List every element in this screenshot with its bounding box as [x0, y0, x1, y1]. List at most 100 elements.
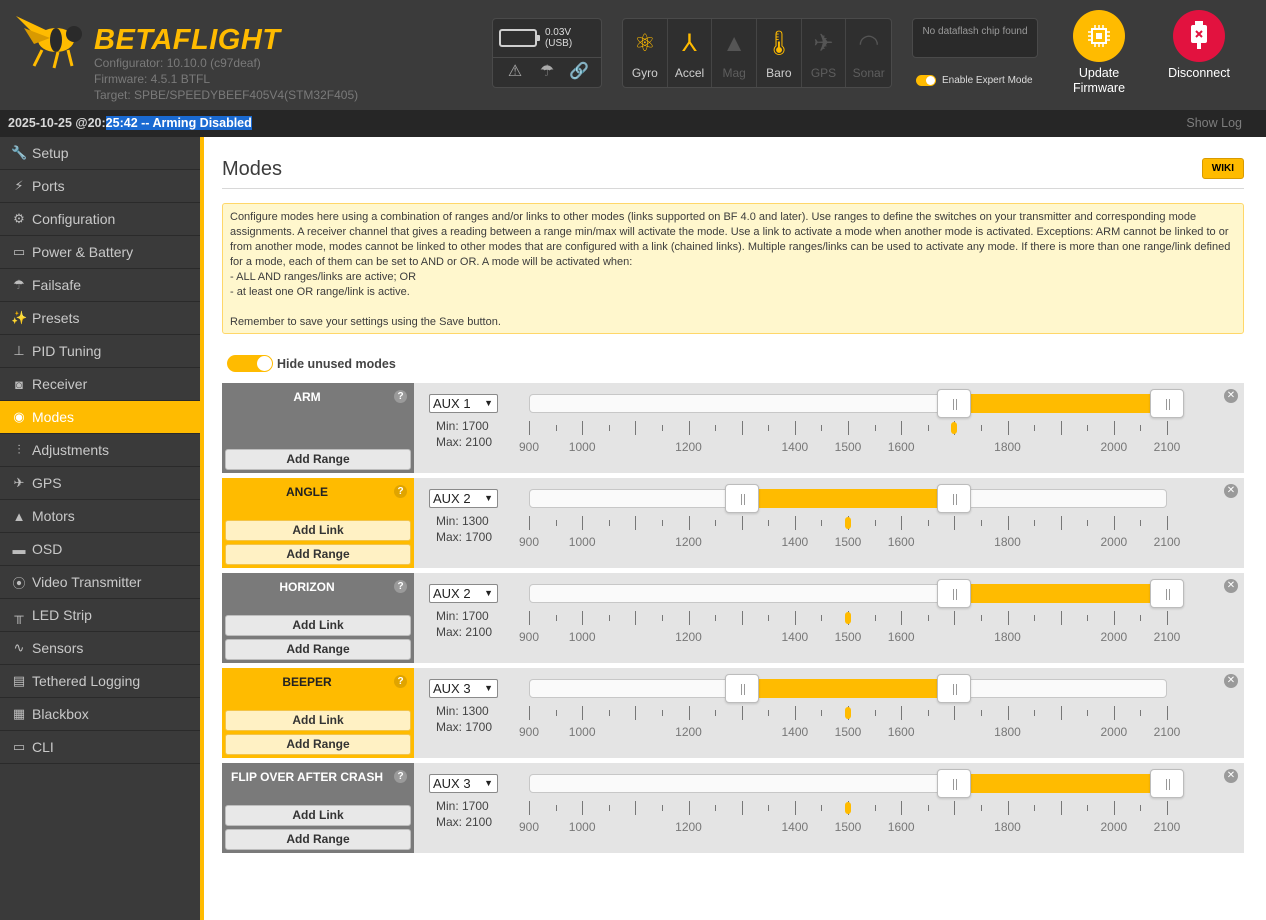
scale-tick — [901, 611, 903, 625]
scale-tick — [661, 710, 663, 716]
chevron-down-icon: ▼ — [484, 778, 493, 788]
link-icon: 🔗 — [569, 63, 589, 80]
expert-mode-toggle[interactable]: Enable Expert Mode — [916, 75, 1033, 86]
scale-tick-label: 1800 — [994, 440, 1021, 454]
sidebar-item-ports[interactable]: ⚡ Ports — [0, 170, 200, 203]
update-firmware-button[interactable]: Update Firmware — [1064, 10, 1134, 96]
sidebar-item-blackbox[interactable]: ▦ Blackbox — [0, 698, 200, 731]
add-link-button[interactable]: Add Link — [225, 615, 411, 636]
scale-tick — [1113, 801, 1115, 815]
channel-select-value: AUX 1 — [433, 396, 471, 411]
scale-tick-label: 2100 — [1153, 440, 1181, 454]
sidebar-item-power-battery[interactable]: ▭ Power & Battery — [0, 236, 200, 269]
scale-tick — [529, 801, 530, 815]
sidebar-item-led-strip[interactable]: ╥ LED Strip — [0, 599, 200, 632]
help-icon[interactable]: ? — [394, 580, 407, 593]
scale-tick — [794, 801, 796, 815]
range-min-handle[interactable] — [724, 484, 759, 513]
sidebar-item-failsafe[interactable]: ☂ Failsafe — [0, 269, 200, 302]
channel-select[interactable]: AUX 2 ▼ — [429, 489, 498, 508]
show-log-link[interactable]: Show Log — [1186, 116, 1242, 130]
remove-range-icon[interactable]: ✕ — [1224, 484, 1238, 498]
range-max-handle[interactable] — [1150, 389, 1184, 418]
hide-unused-switch[interactable] — [227, 355, 273, 372]
scale-tick — [635, 611, 637, 625]
sidebar-item-configuration[interactable]: ⚙ Configuration — [0, 203, 200, 236]
mode-name: HORIZON — [279, 580, 335, 594]
note-line: Remember to save your settings using the… — [230, 316, 501, 328]
add-link-button[interactable]: Add Link — [225, 520, 411, 541]
scale-tick-label: 1400 — [781, 630, 809, 644]
remove-range-icon[interactable]: ✕ — [1224, 769, 1238, 783]
add-range-button[interactable]: Add Range — [225, 544, 411, 565]
scale-tick — [1034, 425, 1036, 431]
sidebar-item-pid-tuning[interactable]: ⊥ PID Tuning — [0, 335, 200, 368]
scale-tick — [715, 805, 717, 811]
scale-tick-label: 1500 — [834, 440, 862, 454]
range-min-handle[interactable] — [937, 389, 972, 418]
scale-tick-label: 1800 — [994, 725, 1021, 739]
sensor-accel: ⅄ Accel — [668, 19, 713, 87]
scale-tick — [608, 615, 610, 621]
remove-range-icon[interactable]: ✕ — [1224, 674, 1238, 688]
expert-mode-switch[interactable] — [916, 75, 936, 86]
disconnect-button[interactable]: Disconnect — [1162, 10, 1236, 81]
sidebar-item-adjustments[interactable]: ⫶ Adjustments — [0, 434, 200, 467]
sidebar-item-receiver[interactable]: ◙ Receiver — [0, 368, 200, 401]
sitemap-icon: ⊥ — [13, 343, 25, 358]
help-icon[interactable]: ? — [394, 485, 407, 498]
scale-tick-label: 2100 — [1153, 725, 1181, 739]
range-min-handle[interactable] — [937, 769, 972, 798]
channel-select[interactable]: AUX 2 ▼ — [429, 584, 498, 603]
channel-select[interactable]: AUX 3 ▼ — [429, 679, 498, 698]
add-range-button[interactable]: Add Range — [225, 449, 411, 470]
range-min-handle[interactable] — [937, 579, 972, 608]
add-range-button[interactable]: Add Range — [225, 639, 411, 660]
sidebar-item-motors[interactable]: ▲ Motors — [0, 500, 200, 533]
sidebar-item-setup[interactable]: 🔧 Setup — [0, 137, 200, 170]
scale-tick-label: 1600 — [887, 535, 915, 549]
range-slider-fill — [954, 394, 1167, 413]
remove-range-icon[interactable]: ✕ — [1224, 389, 1238, 403]
sidebar-item-sensors[interactable]: ∿ Sensors — [0, 632, 200, 665]
plug-icon: ⚡ — [14, 178, 24, 193]
led-icon: ╥ — [14, 607, 24, 623]
channel-select[interactable]: AUX 1 ▼ — [429, 394, 498, 413]
range-max-handle[interactable] — [937, 674, 972, 703]
sidebar-item-gps[interactable]: ✈ GPS — [0, 467, 200, 500]
add-link-button[interactable]: Add Link — [225, 805, 411, 826]
scale-tick-label: 1400 — [781, 725, 809, 739]
scale-tick-label: 1500 — [834, 725, 862, 739]
wand-icon: ✨ — [11, 310, 28, 325]
scale-tick-label: 2000 — [1100, 440, 1128, 454]
channel-select[interactable]: AUX 3 ▼ — [429, 774, 498, 793]
help-icon[interactable]: ? — [394, 390, 407, 403]
scale-tick — [794, 516, 796, 530]
channel-select-value: AUX 2 — [433, 586, 471, 601]
add-link-button[interactable]: Add Link — [225, 710, 411, 731]
add-range-button[interactable]: Add Range — [225, 829, 411, 850]
scale-tick-label: 1000 — [568, 725, 596, 739]
range-max-handle[interactable] — [937, 484, 972, 513]
help-icon[interactable]: ? — [394, 770, 407, 783]
scale-tick-label: 1600 — [887, 440, 915, 454]
add-range-button[interactable]: Add Range — [225, 734, 411, 755]
hide-unused-modes-toggle[interactable]: Hide unused modes — [227, 355, 396, 372]
sidebar-item-tethered-logging[interactable]: ▤ Tethered Logging — [0, 665, 200, 698]
sidebar-item-video-transmitter[interactable]: ⦿ Video Transmitter — [0, 566, 200, 599]
scale-tick — [768, 425, 770, 431]
scale-tick — [661, 615, 663, 621]
sidebar-item-presets[interactable]: ✨ Presets — [0, 302, 200, 335]
help-icon[interactable]: ? — [394, 675, 407, 688]
sidebar-item-modes[interactable]: ◉ Modes — [0, 401, 200, 434]
scale-tick — [901, 421, 903, 435]
sidebar-item-osd[interactable]: ▬ OSD — [0, 533, 200, 566]
scale-tick — [1087, 805, 1089, 811]
scale-tick — [1140, 425, 1142, 431]
remove-range-icon[interactable]: ✕ — [1224, 579, 1238, 593]
range-max-handle[interactable] — [1150, 769, 1184, 798]
wiki-button[interactable]: WIKI — [1201, 158, 1244, 179]
range-min-handle[interactable] — [724, 674, 759, 703]
sidebar-item-cli[interactable]: ▭ CLI — [0, 731, 200, 764]
range-max-handle[interactable] — [1150, 579, 1184, 608]
